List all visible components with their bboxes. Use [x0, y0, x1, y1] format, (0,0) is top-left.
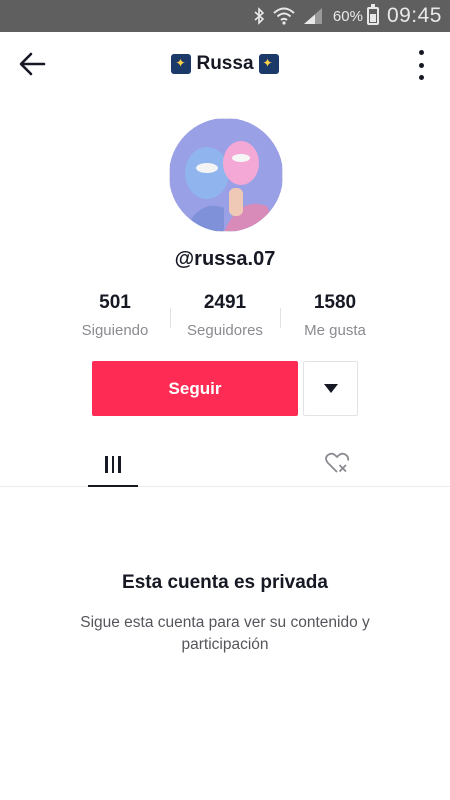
- back-arrow-icon: [19, 52, 46, 76]
- username: @russa.07: [174, 248, 276, 270]
- content-tabs: [0, 440, 450, 487]
- avatar[interactable]: [169, 118, 283, 232]
- stat-following-value: 501: [99, 292, 131, 313]
- avatar-image: [169, 118, 283, 232]
- signal-icon: [303, 7, 323, 25]
- tab-liked[interactable]: [318, 440, 358, 486]
- follow-button[interactable]: Seguir: [92, 361, 298, 416]
- profile-header: Russa: [0, 32, 450, 96]
- stat-likes[interactable]: 1580 Me gusta: [280, 292, 390, 342]
- stat-likes-value: 1580: [313, 292, 357, 313]
- stat-followers-label: Seguidores: [187, 322, 263, 339]
- tab-videos[interactable]: [88, 440, 138, 487]
- liked-locked-icon: [325, 452, 350, 473]
- stat-followers-value: 2491: [203, 292, 247, 313]
- more-options-button[interactable]: [414, 50, 428, 80]
- suggested-accounts-dropdown-button[interactable]: [303, 361, 358, 416]
- caret-down-icon: [323, 384, 338, 393]
- stat-following[interactable]: 501 Siguiendo: [60, 292, 170, 342]
- more-vertical-icon-dot: [418, 75, 424, 80]
- stat-following-label: Siguiendo: [81, 322, 149, 339]
- back-button[interactable]: [14, 48, 50, 80]
- stat-followers[interactable]: 2491 Seguidores: [170, 292, 280, 342]
- private-account-message: Sigue esta cuenta para ver su contenido …: [80, 614, 370, 653]
- page-title-text: Russa: [196, 53, 254, 74]
- wifi-icon: [273, 7, 295, 25]
- stat-likes-label: Me gusta: [304, 322, 366, 339]
- battery-icon: [366, 4, 379, 25]
- status-bar: 60% 09:45: [0, 0, 450, 32]
- sparkles-night-emoji: [171, 54, 192, 74]
- battery-percent: 60%: [332, 7, 363, 25]
- status-time: 09:45: [386, 4, 442, 27]
- more-vertical-icon-dot: [418, 62, 424, 68]
- sparkles-night-emoji: [258, 54, 279, 74]
- page-title: Russa: [171, 53, 279, 75]
- more-vertical-icon: [418, 50, 424, 55]
- active-tab-indicator: [88, 485, 138, 487]
- profile-stats: 501 Siguiendo 2491 Seguidores 1580 Me gu…: [60, 292, 390, 342]
- private-account-title: Esta cuenta es privada: [122, 572, 328, 593]
- bluetooth-icon: [253, 7, 265, 25]
- grid-icon: [105, 453, 121, 473]
